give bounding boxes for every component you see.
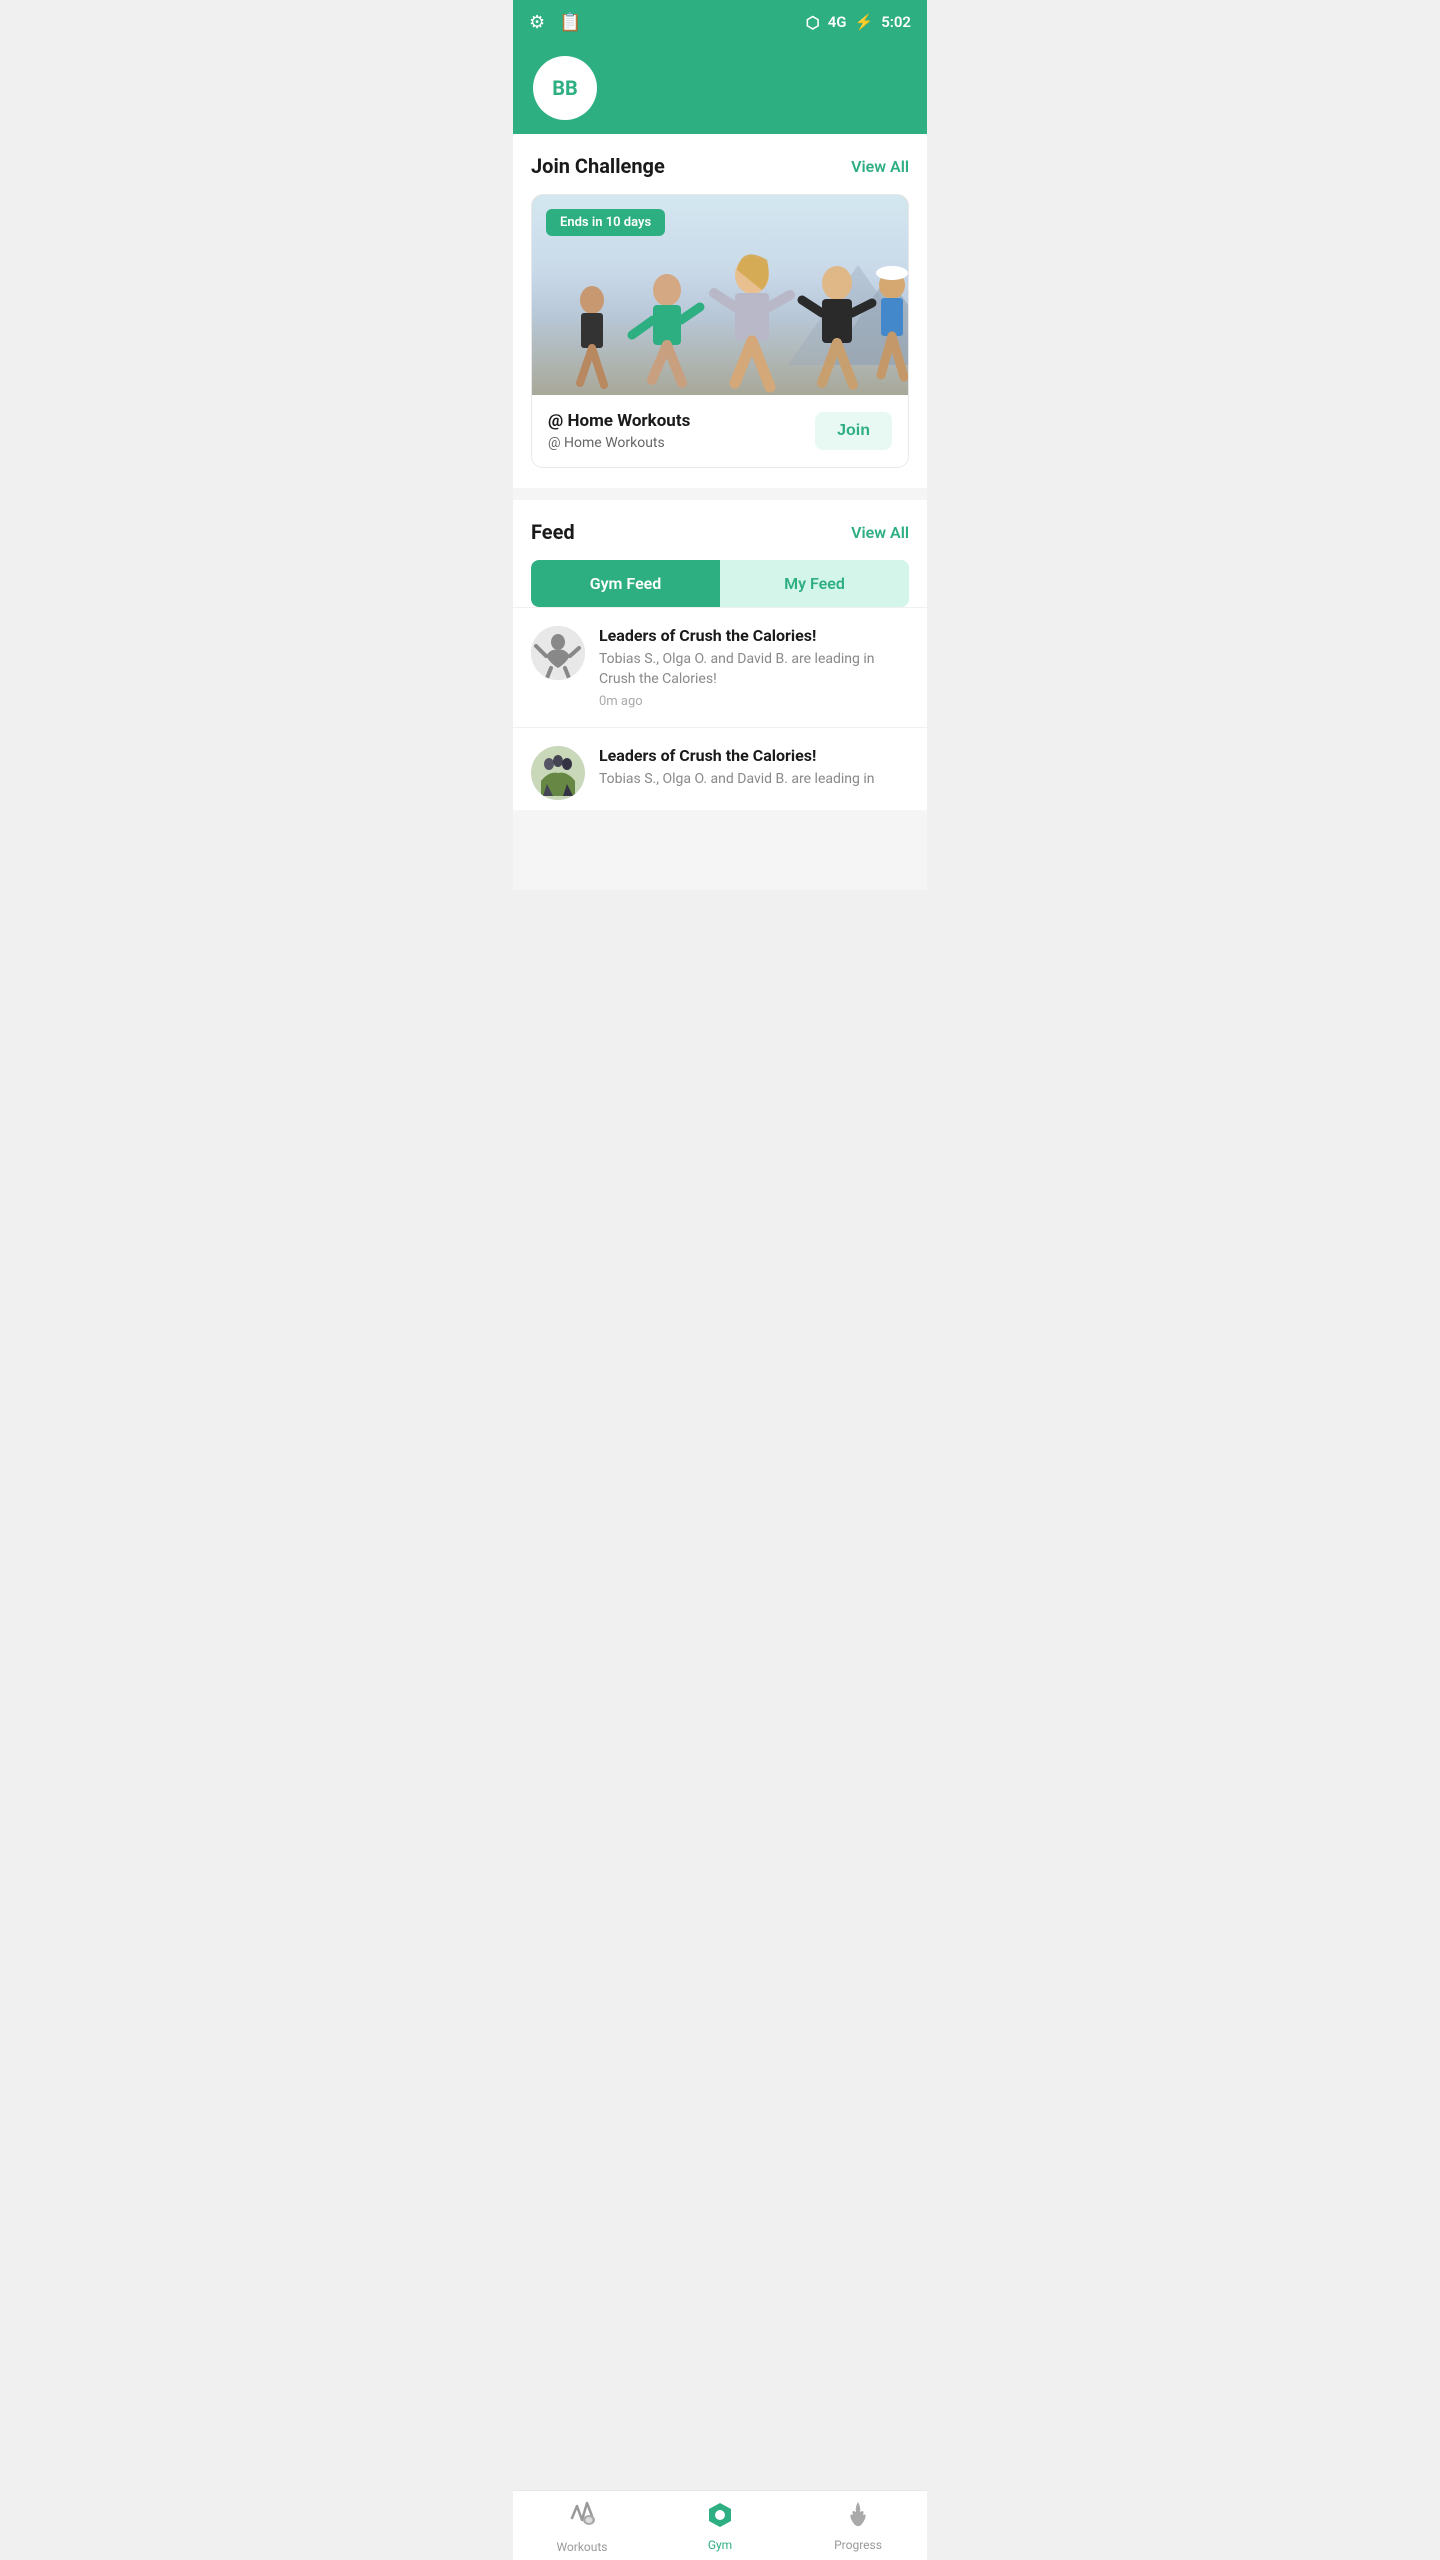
workouts-nav-label: Workouts <box>556 2540 607 2554</box>
challenge-title: @ Home Workouts <box>548 411 690 431</box>
running-people <box>532 235 908 395</box>
join-button[interactable]: Join <box>815 412 892 450</box>
status-bar: ⚙ 📋 ⬡ 4G ⚡ 5:02 <box>513 0 927 44</box>
feed-item-content-1: Leaders of Crush the Calories! Tobias S.… <box>599 626 909 709</box>
avatar: BB <box>533 56 597 120</box>
feed-avatar-2 <box>531 746 585 800</box>
signal-label: 4G <box>828 13 847 31</box>
avatar-icon-1 <box>531 626 585 680</box>
feed-item-time-1: 0m ago <box>599 694 909 709</box>
feed-tabs: Gym Feed My Feed <box>531 560 909 607</box>
feed-item-title-1: Leaders of Crush the Calories! <box>599 626 909 645</box>
main-content: Join Challenge View All <box>513 134 927 890</box>
clipboard-icon: 📋 <box>559 12 581 33</box>
gym-nav-label: Gym <box>708 2538 732 2552</box>
challenge-view-all[interactable]: View All <box>851 157 909 176</box>
status-bar-left: ⚙ 📋 <box>529 12 582 33</box>
feed-item: Leaders of Crush the Calories! Tobias S.… <box>513 607 927 727</box>
progress-nav-label: Progress <box>834 2538 882 2552</box>
challenge-section-title: Join Challenge <box>531 154 665 178</box>
people-svg <box>532 235 908 395</box>
battery-icon: ⚡ <box>855 13 874 31</box>
challenge-subtitle: @ Home Workouts <box>548 435 690 451</box>
bluetooth-icon: ⬡ <box>806 13 820 32</box>
header: BB <box>513 44 927 148</box>
feed-view-all[interactable]: View All <box>851 523 909 542</box>
gym-icon <box>705 2499 735 2533</box>
join-challenge-section: Join Challenge View All <box>513 134 927 488</box>
challenge-info-text: @ Home Workouts @ Home Workouts <box>548 411 690 451</box>
feed-section: Feed View All Gym Feed My Feed <box>513 500 927 607</box>
feed-item-2: Leaders of Crush the Calories! Tobias S.… <box>513 727 927 810</box>
challenge-card: Ends in 10 days @ Home Workouts @ Home W… <box>531 194 909 468</box>
ends-badge: Ends in 10 days <box>546 209 665 236</box>
avatar-icon-2 <box>531 746 585 800</box>
time-label: 5:02 <box>881 13 911 31</box>
feed-item-desc-2: Tobias S., Olga O. and David B. are lead… <box>599 770 874 790</box>
tab-gym-feed[interactable]: Gym Feed <box>531 560 720 607</box>
workouts-icon <box>567 2498 597 2535</box>
nav-item-progress[interactable]: Progress <box>789 2491 927 2560</box>
bottom-nav: Workouts Gym Progress <box>513 2490 927 2560</box>
challenge-image: Ends in 10 days <box>532 195 908 395</box>
nav-item-workouts[interactable]: Workouts <box>513 2490 651 2560</box>
feed-item-desc-1: Tobias S., Olga O. and David B. are lead… <box>599 650 909 689</box>
tab-my-feed[interactable]: My Feed <box>720 560 909 607</box>
feed-items: Leaders of Crush the Calories! Tobias S.… <box>513 607 927 810</box>
nav-item-gym[interactable]: Gym <box>651 2491 789 2560</box>
feed-section-title: Feed <box>531 520 575 544</box>
feed-item-title-2: Leaders of Crush the Calories! <box>599 746 874 765</box>
progress-icon <box>843 2499 873 2533</box>
settings-icon: ⚙ <box>529 12 545 33</box>
challenge-info: @ Home Workouts @ Home Workouts Join <box>532 395 908 467</box>
status-bar-right: ⬡ 4G ⚡ 5:02 <box>806 13 911 32</box>
challenge-section-header: Join Challenge View All <box>531 154 909 178</box>
feed-avatar-1 <box>531 626 585 680</box>
feed-section-header: Feed View All <box>531 520 909 544</box>
feed-item-content-2: Leaders of Crush the Calories! Tobias S.… <box>599 746 874 795</box>
